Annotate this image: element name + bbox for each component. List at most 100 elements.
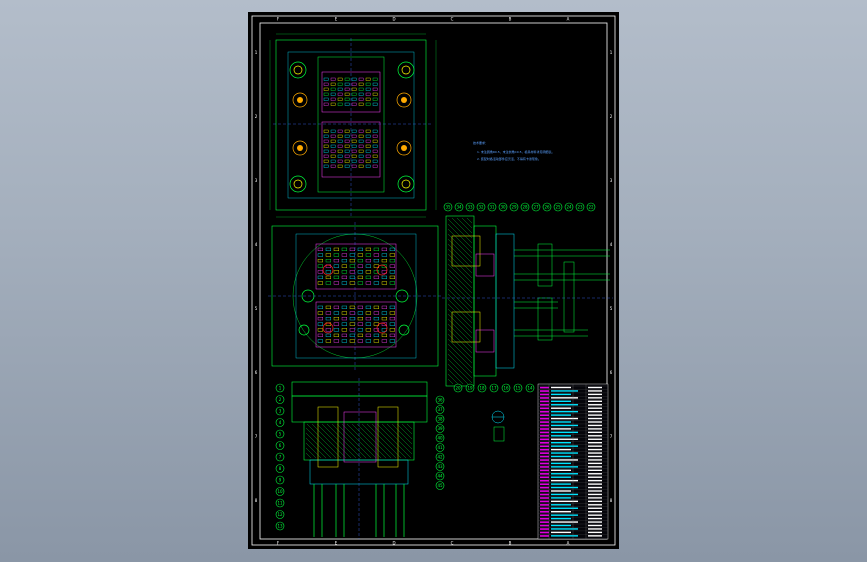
- svg-text:36: 36: [437, 398, 443, 403]
- zone-mark-top: F: [277, 17, 280, 22]
- svg-text:44: 44: [437, 474, 443, 479]
- svg-text:12: 12: [277, 512, 283, 517]
- part-balloon: 27: [531, 202, 541, 212]
- svg-text:11: 11: [277, 501, 283, 506]
- part-balloon: 24: [564, 202, 574, 212]
- svg-text:15: 15: [515, 386, 521, 391]
- part-balloon: 38: [435, 414, 445, 424]
- technical-notes-title: 技术要求：: [473, 141, 489, 145]
- front-section-view: [291, 378, 428, 539]
- svg-text:34: 34: [456, 205, 462, 210]
- zone-mark-side: 4: [610, 242, 613, 247]
- part-balloon: 17: [489, 383, 499, 393]
- part-balloon: 31: [487, 202, 497, 212]
- part-balloon: 42: [435, 452, 445, 462]
- zone-mark-side: 1: [610, 50, 613, 55]
- svg-text:2: 2: [279, 397, 282, 402]
- zone-mark-side: 1: [255, 50, 258, 55]
- part-balloon: 40: [435, 433, 445, 443]
- part-balloon: 7: [275, 452, 285, 462]
- part-balloon: 10: [275, 487, 285, 496]
- part-balloon: 30: [498, 202, 508, 212]
- part-balloon: 37: [435, 405, 445, 414]
- technical-note-2: 2. 装配时各活动部件应灵活，不得有卡滞现象。: [477, 157, 541, 161]
- svg-text:25: 25: [555, 205, 561, 210]
- svg-text:17: 17: [491, 386, 497, 391]
- svg-text:43: 43: [437, 464, 443, 469]
- svg-text:45: 45: [437, 483, 443, 488]
- svg-text:19: 19: [467, 386, 473, 391]
- svg-text:6: 6: [279, 443, 282, 448]
- svg-text:38: 38: [437, 417, 443, 422]
- part-balloon: 43: [435, 462, 445, 471]
- svg-text:39: 39: [437, 426, 443, 431]
- svg-text:32: 32: [478, 205, 484, 210]
- svg-text:40: 40: [437, 436, 443, 441]
- mold-assembly-drawing: FFEEDDCCBBAA1 12 23 34 45 56 67 78 8 35 …: [251, 15, 616, 546]
- side-section-view: [442, 215, 613, 387]
- part-balloon: 35: [443, 202, 453, 212]
- zone-mark-top: A: [567, 17, 570, 22]
- zone-mark-top: A: [567, 541, 570, 546]
- part-balloon: 8: [275, 464, 285, 473]
- svg-text:31: 31: [489, 205, 495, 210]
- svg-text:1: 1: [279, 386, 282, 391]
- part-balloon: 41: [435, 443, 445, 452]
- part-balloon: 6: [275, 441, 285, 450]
- svg-text:9: 9: [279, 478, 282, 483]
- zone-mark-side: 8: [255, 498, 258, 503]
- part-balloon: 14: [525, 383, 535, 393]
- svg-text:10: 10: [277, 489, 283, 494]
- svg-text:41: 41: [437, 445, 443, 450]
- bottom-view-detail-grid: [317, 247, 396, 343]
- part-balloon: 45: [435, 481, 445, 490]
- svg-text:35: 35: [445, 205, 451, 210]
- part-balloon: 44: [435, 471, 445, 481]
- svg-text:7: 7: [279, 455, 282, 460]
- technical-note-1: 1. 未注圆角R0.5，未注倒角C0.5，模具材料详见明细表。: [477, 150, 555, 154]
- cad-drawing-sheet: FFEEDDCCBBAA1122334455667788 35 34 33 32…: [248, 12, 619, 549]
- part-balloon: 13: [275, 521, 285, 531]
- part-balloon: 11: [275, 498, 285, 508]
- svg-text:23: 23: [577, 205, 583, 210]
- svg-text:26: 26: [544, 205, 550, 210]
- zone-mark-top: E: [335, 17, 338, 22]
- zone-mark-side: 2: [610, 114, 613, 119]
- zone-mark-top: D: [392, 17, 395, 22]
- part-balloon: 5: [275, 429, 285, 439]
- zone-mark-side: 3: [255, 178, 258, 183]
- svg-text:13: 13: [277, 524, 283, 529]
- part-balloon: 34: [454, 202, 464, 212]
- part-balloon: 15: [513, 383, 523, 393]
- svg-text:30: 30: [500, 205, 506, 210]
- zone-mark-side: 8: [610, 498, 613, 503]
- detail-view: [491, 410, 505, 442]
- zone-mark-top: D: [392, 541, 395, 546]
- zone-mark-side: 5: [610, 306, 613, 311]
- part-balloon: 23: [575, 202, 585, 212]
- svg-text:4: 4: [279, 420, 282, 425]
- part-balloon: 28: [520, 202, 530, 212]
- part-balloon: 19: [465, 383, 475, 393]
- zone-mark-side: 7: [255, 434, 258, 439]
- top-plan-view: [269, 33, 437, 218]
- part-balloon: 1: [275, 383, 285, 393]
- part-balloon: 25: [553, 202, 563, 212]
- svg-text:22: 22: [588, 205, 594, 210]
- part-balloon: 26: [542, 202, 552, 212]
- side-section-hatch: [447, 217, 473, 385]
- zone-mark-top: C: [451, 541, 454, 546]
- part-balloon: 2: [275, 395, 285, 404]
- zone-mark-side: 5: [255, 306, 258, 311]
- top-view-detail-grid: [323, 77, 378, 168]
- zone-mark-side: 2: [255, 114, 258, 119]
- svg-text:5: 5: [279, 432, 282, 437]
- zone-mark-side: 7: [610, 434, 613, 439]
- bottom-plan-view: [268, 222, 443, 372]
- zone-mark-side: 6: [255, 370, 258, 375]
- zone-mark-side: 6: [610, 370, 613, 375]
- part-balloon: 32: [476, 202, 486, 212]
- zone-mark-top: B: [509, 541, 512, 546]
- svg-text:3: 3: [279, 409, 282, 414]
- part-balloon: 39: [435, 424, 445, 433]
